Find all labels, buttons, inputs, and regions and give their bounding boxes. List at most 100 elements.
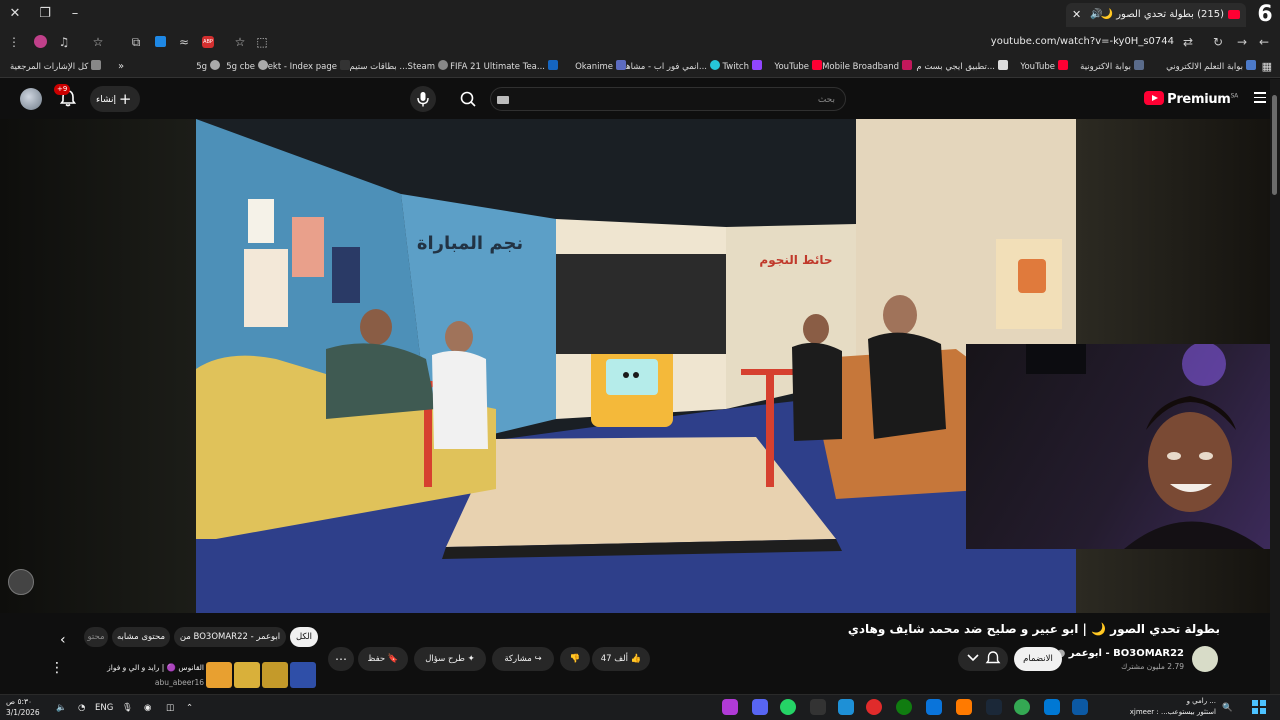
profile-number[interactable]: 6 xyxy=(1252,2,1278,28)
scrollbar-thumb[interactable] xyxy=(1272,95,1277,195)
volume-icon[interactable]: 🔈 xyxy=(56,700,67,716)
bookmark-star-icon[interactable]: ☆ xyxy=(90,34,106,50)
chip-all[interactable]: الكل xyxy=(290,627,318,647)
whatsapp-app-icon[interactable] xyxy=(780,699,796,715)
more-bookmarks-icon[interactable]: » xyxy=(118,60,124,74)
more-actions-icon[interactable]: ⋯ xyxy=(328,647,354,671)
language-indicator[interactable]: ENG xyxy=(95,700,113,716)
chevron-left-icon[interactable]: ‹ xyxy=(60,632,66,648)
bookmark-item[interactable]: Mobile Broadband xyxy=(822,60,912,74)
speaker-icon[interactable]: 🔊 xyxy=(1090,3,1102,27)
app-icon[interactable] xyxy=(926,699,942,715)
video-player[interactable]: نجم المباراة حائط النجوم xyxy=(0,119,1270,613)
bookmark-item[interactable]: 5g cbe xyxy=(226,60,268,74)
save-button[interactable]: حفظ 🔖 xyxy=(358,647,408,671)
media-icon[interactable]: ♫ xyxy=(56,34,72,50)
bookmark-item[interactable]: rekt - Index page xyxy=(264,60,350,74)
subscribed-button[interactable] xyxy=(958,647,1008,671)
bookmark-item[interactable]: Twitch xyxy=(723,60,762,74)
url-field[interactable]: youtube.com/watch?v=-ky0H_s0744 xyxy=(714,33,1174,51)
page-scrollbar[interactable] xyxy=(1270,79,1280,694)
site-settings-icon[interactable]: ⇄ xyxy=(1180,34,1196,50)
steam-app-icon[interactable] xyxy=(986,699,1002,715)
bookmark-item[interactable]: 5g xyxy=(196,60,220,74)
bookmark-item[interactable]: YouTube xyxy=(1020,60,1068,74)
chrome-app-icon[interactable] xyxy=(1014,699,1030,715)
chip-from-channel[interactable]: من BO3OMAR22 - ابوعمر xyxy=(174,627,286,647)
recommended-title[interactable]: القانوس 🟣 | رايد و الي و فواز xyxy=(100,663,204,672)
ask-button[interactable]: طرح سؤال ✦ xyxy=(414,647,486,671)
outlook-app-icon[interactable] xyxy=(1044,699,1060,715)
microphone-tray-icon[interactable]: 🎙 xyxy=(122,700,133,716)
extension-blue-icon[interactable] xyxy=(152,34,168,50)
chevron-up-icon[interactable]: ⌃ xyxy=(186,700,193,716)
like-button[interactable]: 47 ألف 👍 xyxy=(592,647,650,671)
join-button[interactable]: الانضمام xyxy=(1014,647,1062,671)
extensions-icon[interactable]: ⧉ xyxy=(128,34,144,50)
bookmark-item[interactable]: بوابة الاكترونية xyxy=(1080,60,1144,74)
instagram-tray-icon[interactable]: ◫ xyxy=(166,700,174,716)
channel-watermark[interactable] xyxy=(8,569,34,595)
bookmark-item[interactable]: FIFA 21 Ultimate Tea... xyxy=(450,60,558,74)
taskbar-clock[interactable]: ٥:٣٠ ص 3/1/2026 xyxy=(6,696,50,718)
hamburger-menu-icon[interactable] xyxy=(1254,92,1266,104)
dislike-button[interactable]: 👎 xyxy=(560,647,590,671)
bookmark-item[interactable]: Okanime xyxy=(575,60,626,74)
app-icon[interactable] xyxy=(838,699,854,715)
voice-search-button[interactable] xyxy=(410,86,436,112)
kebab-menu-icon[interactable]: ⋮ xyxy=(50,660,64,676)
close-window-icon[interactable]: ✕ xyxy=(4,4,26,24)
bookmark-item[interactable]: بطاقات ستيم ...Steam xyxy=(350,60,448,74)
search-taskbar-icon[interactable]: 🔍 xyxy=(1222,700,1233,716)
taskbar-notification-preview[interactable]: رامي و ... xjmeer : ...استثور بيستوعب xyxy=(1108,696,1216,718)
channel-avatar[interactable] xyxy=(1192,646,1218,672)
thumbnail[interactable] xyxy=(206,662,232,688)
folder-app-icon[interactable] xyxy=(1072,699,1088,715)
windows-start-icon[interactable] xyxy=(1252,700,1266,714)
channel-name[interactable]: BO3OMAR22 - ابوعمر ● xyxy=(1057,648,1184,659)
browser-tab[interactable]: (215) بطولة تحدي الصور 🌙 🔊 ✕ xyxy=(1066,3,1246,27)
kebab-menu-icon[interactable]: ⋮ xyxy=(6,34,22,50)
discord-app-icon[interactable] xyxy=(752,699,768,715)
search-input[interactable]: بحث xyxy=(490,87,846,111)
recommended-video-thumbnails[interactable] xyxy=(206,662,320,690)
all-bookmarks-folder[interactable]: كل الإشارات المرجعية xyxy=(10,60,102,74)
youtube-premium-logo[interactable]: PremiumSA xyxy=(1144,91,1238,107)
search-button[interactable] xyxy=(452,87,484,111)
app-icon[interactable] xyxy=(866,699,882,715)
wifi-icon[interactable]: ◔ xyxy=(78,700,85,716)
bookmark-item[interactable]: انمي فور اب - مشاهد... xyxy=(622,60,720,74)
back-icon[interactable]: ← xyxy=(1256,34,1272,50)
app-icon[interactable] xyxy=(956,699,972,715)
forward-icon[interactable]: → xyxy=(1234,34,1250,50)
thumbnail[interactable] xyxy=(234,662,260,688)
share-button[interactable]: مشاركة ↪ xyxy=(492,647,554,671)
instagram-app-icon[interactable] xyxy=(722,699,738,715)
profile-icon[interactable] xyxy=(32,34,48,50)
recommended-channel[interactable]: abu_abeer16 xyxy=(130,678,204,687)
close-tab-icon[interactable]: ✕ xyxy=(1072,3,1081,27)
keyboard-icon[interactable] xyxy=(497,96,509,104)
chip-more[interactable]: محتو xyxy=(84,627,108,647)
adblock-icon[interactable]: ABP xyxy=(200,34,216,50)
bookmark-item[interactable]: تطبيق ايجي بست م... xyxy=(916,60,1008,74)
minimize-window-icon[interactable]: – xyxy=(64,4,86,24)
restore-window-icon[interactable]: ❐ xyxy=(34,4,56,24)
thumbnail[interactable] xyxy=(290,662,316,688)
bookmark-item[interactable]: YouTube xyxy=(774,60,822,74)
thumbnail[interactable] xyxy=(262,662,288,688)
app-icon[interactable] xyxy=(810,699,826,715)
video-title: بطولة تحدي الصور 🌙 | ابو عبير و صليح ضد … xyxy=(847,622,1220,636)
app-tray-icon[interactable]: ◉ xyxy=(144,700,151,716)
chip-related[interactable]: محتوى مشابه xyxy=(112,627,170,647)
star-icon[interactable]: ☆ xyxy=(232,34,248,50)
apps-grid-icon[interactable]: ▦ xyxy=(1262,60,1272,74)
bookmark-item[interactable]: بوابة التعلم الالكتروني xyxy=(1166,60,1256,74)
extension-wave-icon[interactable]: ≈ xyxy=(176,34,192,50)
reload-icon[interactable]: ↻ xyxy=(1210,34,1226,50)
screenshot-icon[interactable]: ⬚ xyxy=(254,34,270,50)
account-avatar[interactable] xyxy=(20,88,42,110)
xbox-app-icon[interactable] xyxy=(896,699,912,715)
ask-label: طرح سؤال xyxy=(425,654,465,664)
create-button[interactable]: إنشاء + xyxy=(90,86,140,112)
